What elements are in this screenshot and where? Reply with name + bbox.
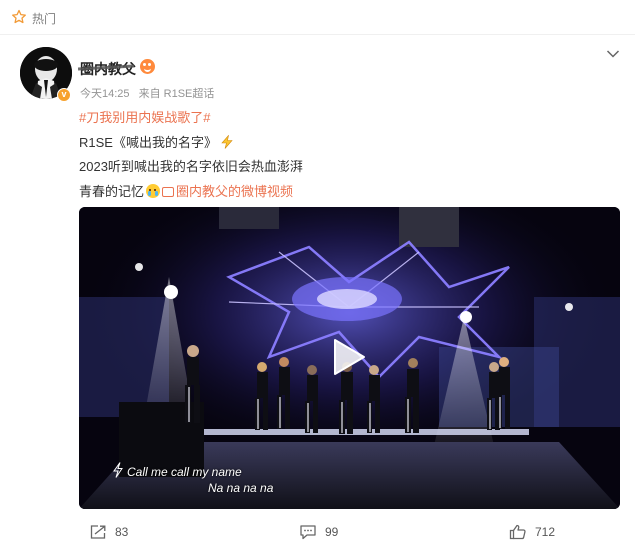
like-count: 712 <box>535 525 556 539</box>
video-link-icon <box>162 187 175 197</box>
comment-button[interactable]: 99 <box>299 524 338 540</box>
post-line-song: R1SE《喊出我的名字》 <box>79 132 234 151</box>
thumbs-up-icon <box>509 524 526 540</box>
fan-badge-icon[interactable] <box>140 59 155 74</box>
repost-icon <box>90 525 106 539</box>
video-caption-line1: Call me call my name <box>127 465 242 479</box>
lightning-icon <box>221 135 233 149</box>
star-icon <box>12 9 26 24</box>
post-time[interactable]: 今天14:25 <box>80 88 130 100</box>
chevron-down-icon[interactable] <box>606 49 620 59</box>
divider <box>0 34 635 35</box>
top-bar: 热门 <box>0 0 635 34</box>
post-line-feeling: 2023听到喊出我的名字依旧会热血澎湃 <box>79 159 303 174</box>
video-caption-line2: Na na na na <box>208 481 274 495</box>
comment-count: 99 <box>325 525 339 539</box>
song-text: R1SE《喊出我的名字》 <box>79 135 217 150</box>
repost-count: 83 <box>115 525 129 539</box>
like-button[interactable]: 712 <box>509 524 555 540</box>
post-meta: 今天14:25 来自 R1SE超话 <box>80 85 220 101</box>
video-link[interactable]: 圈内教父的微博视频 <box>176 184 293 199</box>
action-bar: 83 99 712 <box>0 524 635 550</box>
repost-button[interactable]: 83 <box>89 524 128 540</box>
post-source[interactable]: 来自 R1SE超话 <box>139 88 215 100</box>
crying-emoji-icon <box>146 184 161 198</box>
hashtag-link[interactable]: #刀我别用内娱战歌了# <box>79 107 210 126</box>
play-icon[interactable] <box>332 338 366 376</box>
memory-text: 青春的记忆 <box>79 184 145 199</box>
verified-badge-icon: v <box>57 88 71 102</box>
lightning-caption-icon <box>113 462 123 478</box>
hot-label[interactable]: 热门 <box>32 10 56 27</box>
comment-icon <box>300 525 316 540</box>
post-line-memory: 青春的记忆 圈内教父的微博视频 <box>79 181 293 200</box>
